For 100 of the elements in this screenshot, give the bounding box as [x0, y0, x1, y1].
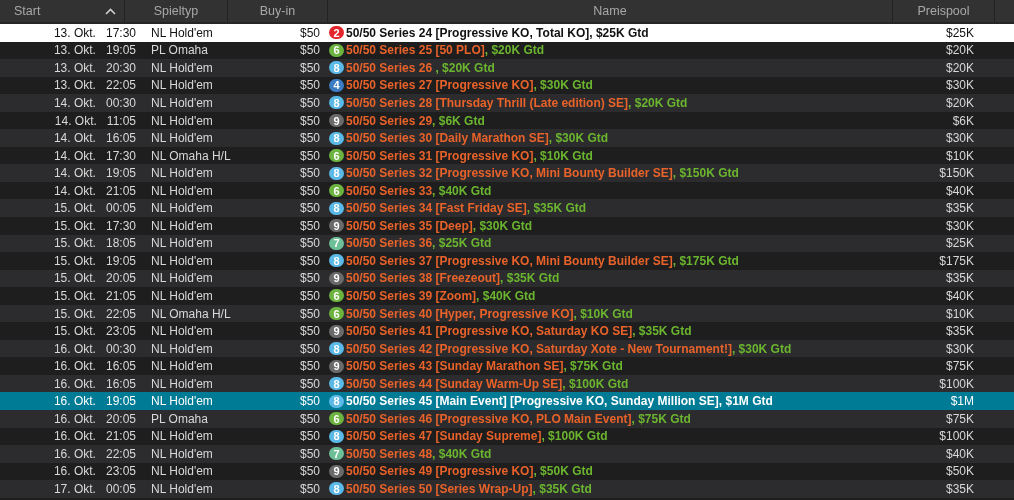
player-count-badge: 8	[329, 394, 344, 408]
tournament-name: 50/50 Series 49 [Progressive KO], $50K Gtd	[346, 464, 593, 479]
prize-pool-text: $40K	[945, 183, 974, 198]
table-row[interactable]: 14. Okt. 16:05 NL Hold'em $50 8 50/50 Series 30 [Daily Marathon SE], $30K Gtd $30K	[0, 129, 1014, 147]
table-row[interactable]: 14. Okt. 00:30 NL Hold'em $50 8 50/50 Series 28 [Thursday Thrill (Late edition) SE], $20K Gtd $20K	[0, 94, 1014, 112]
table-row[interactable]: 17. Okt. 00:05 NL Hold'em $50 8 50/50 Series 50 [Series Wrap-Up], $35K Gtd $35K	[0, 480, 1014, 498]
game-type-text: NL Hold'em	[151, 253, 213, 268]
prize-pool-text: $35K	[945, 482, 974, 496]
prize-pool-text: $10K	[945, 148, 974, 163]
time-text: 19:05	[105, 166, 136, 181]
tournament-name: 50/50 Series 24 [Progressive KO, Total KO], $25K Gtd	[346, 25, 649, 40]
tournament-name: 50/50 Series 27 [Progressive KO], $30K Gtd	[346, 78, 593, 93]
time-text: 11:05	[106, 113, 136, 128]
column-header[interactable]: Preispool	[893, 0, 995, 22]
time-text: 00:05	[105, 201, 136, 216]
player-count-badge: 8	[329, 61, 344, 75]
game-type-text: NL Hold'em	[151, 218, 213, 233]
player-count-badge: 8	[329, 166, 344, 180]
tournament-name: 50/50 Series 50 [Series Wrap-Up], $35K Gtd	[346, 482, 592, 496]
table-row[interactable]: 16. Okt. 19:05 NL Hold'em $50 8 50/50 Series 45 [Main Event] [Progressive KO, Sunday Million SE], $1M Gtd $1M	[0, 392, 1014, 411]
date-text: 16. Okt.	[53, 411, 96, 426]
tournament-name: 50/50 Series 28 [Thursday Thrill (Late edition) SE], $20K Gtd	[346, 95, 688, 110]
column-header[interactable]: Buy-in	[228, 0, 328, 22]
time-text: 21:05	[105, 288, 136, 303]
prize-pool-text: $75K	[945, 359, 974, 374]
column-header[interactable]: Spieltyp	[125, 0, 228, 22]
prize-pool-text: $35K	[945, 201, 974, 216]
time-text: 21:05	[105, 183, 136, 198]
buy-in-text: $50	[299, 482, 320, 496]
game-type-text: NL Hold'em	[151, 376, 213, 391]
tournament-name: 50/50 Series 32 [Progressive KO, Mini Bounty Builder SE], $150K Gtd	[346, 166, 739, 181]
player-count-badge: 6	[329, 149, 344, 163]
time-text: 21:05	[105, 429, 136, 444]
game-type-text: NL Omaha H/L	[151, 306, 231, 321]
date-text: 15. Okt.	[53, 201, 96, 216]
player-count-badge: 8	[329, 482, 344, 496]
date-text: 15. Okt.	[53, 306, 96, 321]
date-text: 16. Okt.	[53, 394, 96, 409]
tournament-name: 50/50 Series 31 [Progressive KO], $10K Gtd	[346, 148, 593, 163]
game-type-text: NL Hold'em	[151, 113, 213, 128]
player-count-badge: 9	[329, 219, 344, 233]
buy-in-text: $50	[299, 253, 320, 268]
buy-in-text: $50	[299, 411, 320, 426]
table-row[interactable]: 16. Okt. 20:05 PL Omaha $50 6 50/50 Series 46 [Progressive KO, PLO Main Event], $75K Gtd $75K	[0, 410, 1014, 428]
tournament-name: 50/50 Series 43 [Sunday Marathon SE], $75K Gtd	[346, 359, 623, 374]
column-header[interactable]: Start	[0, 0, 125, 22]
player-count-badge: 6	[329, 412, 344, 426]
table-row[interactable]: 13. Okt. 20:30 NL Hold'em $50 8 50/50 Series 26 , $20K Gtd $20K	[0, 59, 1014, 77]
time-text: 19:05	[105, 394, 136, 409]
date-text: 15. Okt.	[53, 253, 96, 268]
game-type-text: NL Hold'em	[151, 78, 213, 93]
buy-in-text: $50	[299, 236, 320, 251]
player-count-badge: 8	[329, 201, 344, 215]
player-count-badge: 6	[329, 307, 344, 320]
date-text: 14. Okt.	[53, 148, 96, 163]
time-text: 22:05	[105, 446, 136, 461]
tournament-name: 50/50 Series 29, $6K Gtd	[346, 113, 485, 128]
prize-pool-text: $20K	[945, 95, 974, 110]
player-count-badge: 8	[329, 342, 344, 356]
buy-in-text: $50	[299, 43, 320, 58]
date-text: 14. Okt.	[53, 95, 96, 110]
prize-pool-text: $30K	[945, 218, 974, 233]
game-type-text: NL Hold'em	[151, 482, 213, 496]
time-text: 16:05	[105, 359, 136, 374]
time-text: 19:05	[105, 253, 136, 268]
prize-pool-text: $40K	[945, 288, 974, 303]
table-row[interactable]: 15. Okt. 00:05 NL Hold'em $50 8 50/50 Series 34 [Fast Friday SE], $35K Gtd $35K	[0, 199, 1014, 217]
buy-in-text: $50	[299, 341, 320, 356]
buy-in-text: $50	[299, 376, 320, 391]
game-type-text: NL Hold'em	[151, 464, 213, 479]
time-text: 19:05	[105, 43, 136, 58]
tournament-name: 50/50 Series 47 [Sunday Supreme], $100K Gtd	[346, 429, 608, 444]
player-count-badge: 6	[329, 289, 344, 303]
date-text: 16. Okt.	[53, 359, 96, 374]
buy-in-text: $50	[299, 95, 320, 110]
buy-in-text: $50	[299, 60, 320, 75]
time-text: 23:05	[105, 464, 136, 479]
player-count-badge: 9	[329, 359, 344, 373]
player-count-badge: 9	[329, 464, 344, 478]
date-text: 15. Okt.	[53, 218, 96, 233]
table-row[interactable]: 14. Okt. 19:05 NL Hold'em $50 8 50/50 Series 32 [Progressive KO, Mini Bounty Builder SE], $150K Gtd $150K	[0, 164, 1014, 182]
date-text: 16. Okt.	[53, 429, 96, 444]
player-count-badge: 9	[329, 114, 344, 127]
tournament-name: 50/50 Series 37 [Progressive KO, Mini Bounty Builder SE], $175K Gtd	[346, 253, 739, 268]
date-text: 13. Okt.	[53, 43, 96, 58]
column-header[interactable]: Name	[328, 0, 893, 22]
prize-pool-text: $75K	[945, 411, 974, 426]
tournament-name: 50/50 Series 44 [Sunday Warm-Up SE], $100K Gtd	[346, 376, 629, 391]
date-text: 14. Okt.	[53, 166, 96, 181]
time-text: 20:05	[105, 271, 136, 286]
time-text: 23:05	[105, 324, 136, 339]
tournament-name: 50/50 Series 39 [Zoom], $40K Gtd	[346, 288, 536, 303]
buy-in-text: $50	[299, 201, 320, 216]
game-type-text: NL Hold'em	[151, 429, 213, 444]
buy-in-text: $50	[299, 25, 320, 40]
table-row[interactable]: 13. Okt. 17:30 NL Hold'em $50 2 50/50 Series 24 [Progressive KO, Total KO], $25K Gtd $25K	[0, 24, 1014, 42]
player-count-badge: 8	[329, 429, 344, 443]
prize-pool-text: $30K	[945, 131, 974, 146]
table-row[interactable]: 16. Okt. 22:05 NL Hold'em $50 7 50/50 Series 48, $40K Gtd $40K	[0, 445, 1014, 463]
prize-pool-text: $1M	[950, 394, 974, 409]
